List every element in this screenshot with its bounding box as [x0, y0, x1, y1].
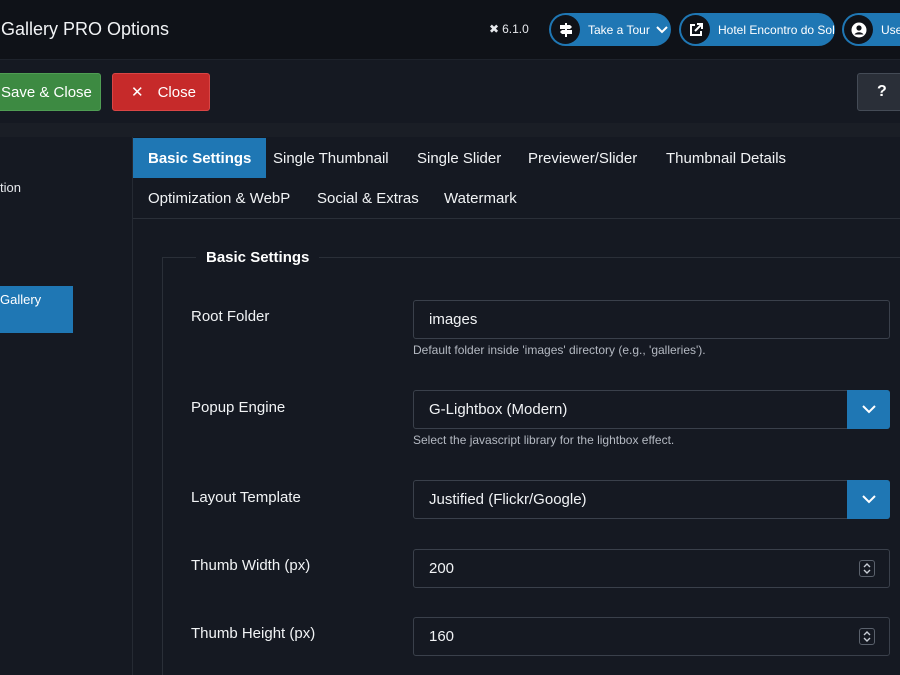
close-icon: ✕	[131, 84, 144, 101]
root-folder-label: Root Folder	[191, 308, 270, 325]
main-panel: Basic Settings Single Thumbnail Single S…	[133, 137, 900, 675]
layout-template-value: Justified (Flickr/Google)	[429, 491, 587, 508]
toolbar-divider	[0, 123, 900, 137]
user-menu-button[interactable]: User	[842, 13, 900, 46]
close-button[interactable]: ✕ Close	[112, 73, 210, 111]
chevron-down-icon[interactable]	[847, 480, 890, 519]
page-title: Gallery PRO Options	[1, 19, 170, 39]
help-button[interactable]: ?	[857, 73, 900, 111]
thumb-height-value: 160	[429, 628, 455, 645]
thumb-width-value: 200	[429, 560, 455, 577]
number-spinner-icon[interactable]	[859, 628, 875, 645]
sidebar-item-gallery[interactable]: Gallery	[0, 286, 73, 333]
number-spinner-icon[interactable]	[859, 560, 875, 577]
popup-engine-select[interactable]: G-Lightbox (Modern)	[413, 390, 890, 429]
root-folder-help: Default folder inside 'images' directory…	[413, 343, 706, 357]
tab-previewer-slider[interactable]: Previewer/Slider	[528, 138, 637, 178]
site-name-label: Hotel Encontro do Sol	[718, 22, 835, 37]
tab-single-slider[interactable]: Single Slider	[417, 138, 501, 178]
thumb-width-input[interactable]: 200	[413, 549, 890, 588]
user-icon	[844, 15, 873, 44]
popup-engine-value: G-Lightbox (Modern)	[429, 401, 568, 418]
save-close-button[interactable]: Save & Close	[0, 73, 101, 111]
fieldset-legend: Basic Settings	[196, 249, 320, 266]
take-tour-button[interactable]: Take a Tour	[549, 13, 671, 46]
tab-optimization-webp[interactable]: Optimization & WebP	[148, 178, 290, 218]
popup-engine-label: Popup Engine	[191, 399, 286, 416]
version-badge: ✖ 6.1.0	[489, 22, 529, 36]
layout-template-label: Layout Template	[191, 489, 301, 506]
tab-single-thumbnail[interactable]: Single Thumbnail	[273, 138, 389, 178]
top-header: Gallery PRO Options ✖ 6.1.0 Take a Tour …	[0, 0, 900, 60]
joomla-icon: ✖	[489, 22, 500, 36]
tab-basic-settings[interactable]: Basic Settings	[133, 138, 267, 178]
close-label: Close	[157, 83, 196, 101]
user-label: User	[881, 22, 900, 37]
tab-bar: Basic Settings Single Thumbnail Single S…	[133, 137, 900, 219]
sidebar: tion Gallery	[0, 137, 133, 675]
sidebar-item-configuration[interactable]: tion	[0, 180, 21, 195]
version-label: 6.1.0	[502, 22, 529, 36]
take-tour-label: Take a Tour	[588, 22, 650, 37]
root-folder-value: images	[429, 311, 478, 328]
thumb-height-label: Thumb Height (px)	[191, 625, 316, 642]
toolbar: Save & Close ✕ Close ?	[0, 61, 900, 123]
layout-template-select[interactable]: Justified (Flickr/Google)	[413, 480, 890, 519]
tab-watermark[interactable]: Watermark	[444, 178, 517, 218]
thumb-width-label: Thumb Width (px)	[191, 557, 311, 574]
root-folder-input[interactable]: images	[413, 300, 890, 339]
tab-content: Basic Settings Root Folder images Defaul…	[133, 219, 900, 675]
view-site-button[interactable]: Hotel Encontro do Sol	[679, 13, 835, 46]
chevron-down-icon	[656, 23, 668, 37]
signpost-icon	[551, 15, 580, 44]
thumb-height-input[interactable]: 160	[413, 617, 890, 656]
tab-social-extras[interactable]: Social & Extras	[317, 178, 419, 218]
popup-engine-help: Select the javascript library for the li…	[413, 433, 675, 447]
chevron-down-icon[interactable]	[847, 390, 890, 429]
tab-thumbnail-details[interactable]: Thumbnail Details	[666, 138, 786, 178]
external-link-icon	[681, 15, 710, 44]
